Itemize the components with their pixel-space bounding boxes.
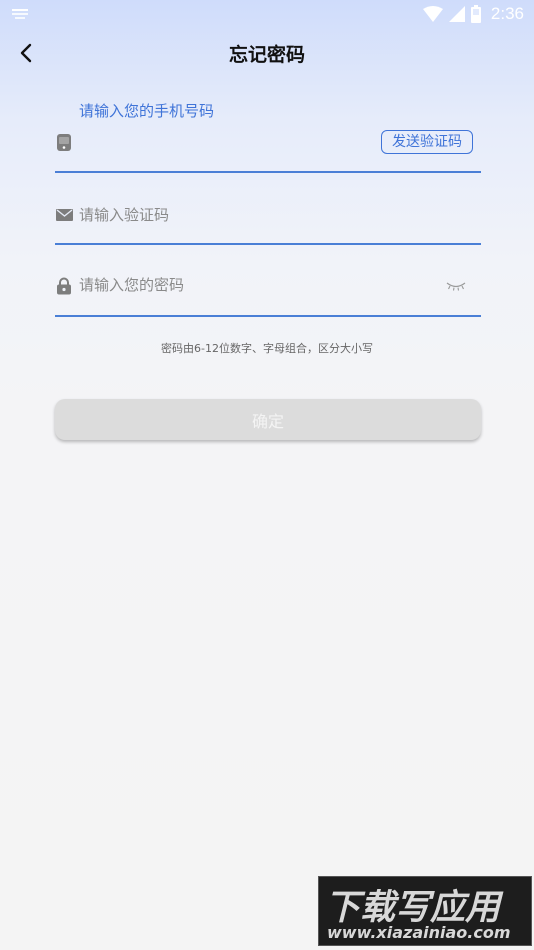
lock-icon bbox=[57, 277, 71, 295]
password-field bbox=[55, 265, 481, 317]
send-code-button[interactable]: 发送验证码 bbox=[381, 130, 473, 154]
phone-underline bbox=[55, 171, 481, 173]
mail-icon bbox=[56, 209, 73, 221]
app-header: 忘记密码 bbox=[0, 28, 534, 78]
confirm-button[interactable]: 确定 bbox=[55, 399, 481, 440]
watermark-url: www.xiazainiao.com bbox=[327, 923, 511, 942]
eye-closed-icon[interactable] bbox=[445, 279, 467, 293]
battery-icon bbox=[470, 5, 481, 23]
notification-icon bbox=[12, 9, 28, 19]
verification-code-input[interactable] bbox=[79, 203, 419, 227]
phone-label: 请输入您的手机号码 bbox=[79, 102, 215, 120]
verification-code-field bbox=[55, 195, 481, 245]
status-bar: 2:36 bbox=[0, 0, 534, 28]
signal-icon bbox=[448, 6, 465, 22]
page-title: 忘记密码 bbox=[228, 44, 305, 66]
phone-icon bbox=[57, 134, 71, 151]
wifi-icon bbox=[422, 6, 443, 22]
status-time: 2:36 bbox=[490, 4, 524, 23]
phone-field[interactable]: 请输入您的手机号码 发送验证码 bbox=[55, 90, 481, 173]
password-hint: 密码由6-12位数字、字母组合，区分大小写 bbox=[161, 342, 373, 355]
password-underline bbox=[55, 315, 481, 317]
password-input[interactable] bbox=[79, 273, 419, 297]
code-underline bbox=[55, 243, 481, 245]
watermark-logo: 下载写应用 www.xiazainiao.com bbox=[318, 876, 532, 946]
